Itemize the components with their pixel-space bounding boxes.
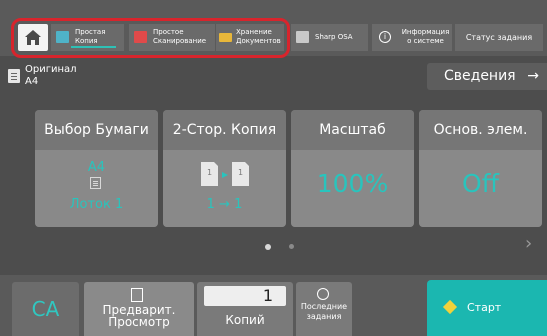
paper-size-value: A4 [87, 160, 106, 175]
tray-icon [90, 177, 101, 189]
copies-box: 1 Копий [197, 282, 293, 336]
paper-tray-value: Лоток 1 [69, 197, 124, 212]
tab-sharp-osa-label: Sharp OSA [315, 33, 353, 41]
svg-text:1: 1 [238, 168, 243, 177]
paper-select-tile[interactable]: Выбор Бумаги A4 Лоток 1 [35, 110, 158, 227]
zoom-value: 100% [316, 169, 389, 198]
details-label: Сведения [444, 68, 516, 84]
preview-button[interactable]: Предварит. Просмотр [84, 282, 194, 336]
basic-items-tile[interactable]: Основ. элем. Off [419, 110, 542, 227]
duplex-copy-value: 1 → 1 [206, 197, 243, 212]
clear-all-button[interactable]: CA [12, 282, 79, 336]
original-value: A4 [25, 76, 39, 87]
tab-job-status[interactable]: Статус задания [455, 24, 543, 51]
zoom-title: Масштаб [291, 110, 414, 150]
copies-input[interactable]: 1 [204, 286, 286, 306]
history-icon [317, 288, 329, 300]
tab-job-status-label: Статус задания [465, 33, 533, 42]
tab-sharp-osa[interactable]: Sharp OSA [291, 24, 368, 51]
original-label: Оригинал [25, 64, 77, 75]
paper-select-title: Выбор Бумаги [35, 110, 158, 150]
details-button[interactable]: Сведения → [427, 63, 547, 90]
app-icon [296, 31, 309, 43]
start-label: Старт [467, 301, 502, 314]
start-icon [442, 299, 458, 315]
page-dot-active[interactable] [265, 244, 271, 250]
recent-jobs-label: Последние задания [300, 302, 348, 321]
duplex-copy-tile[interactable]: 2-Стор. Копия 1 1 1 → 1 [163, 110, 286, 227]
info-icon: i [379, 31, 391, 43]
duplex-icon: 1 1 [201, 162, 249, 186]
preview-label: Предварит. Просмотр [102, 303, 176, 329]
zoom-tile[interactable]: Масштаб 100% [291, 110, 414, 227]
basic-items-title: Основ. элем. [419, 110, 542, 150]
tab-system-info-label: Информация о системе [401, 28, 450, 45]
duplex-copy-title: 2-Стор. Копия [163, 110, 286, 150]
next-page-button[interactable]: › [525, 233, 532, 254]
preview-icon [131, 288, 143, 302]
recent-jobs-button[interactable]: Последние задания [296, 282, 352, 336]
highlight-frame [11, 18, 290, 58]
copies-label: Копий [225, 313, 265, 327]
svg-text:1: 1 [207, 168, 212, 177]
tab-system-info[interactable]: i Информация о системе [372, 24, 452, 51]
arrow-right-icon: → [527, 68, 539, 84]
page-dot[interactable] [289, 244, 294, 249]
original-icon [8, 69, 20, 83]
basic-items-value: Off [462, 169, 499, 198]
start-button[interactable]: Старт [427, 280, 547, 336]
